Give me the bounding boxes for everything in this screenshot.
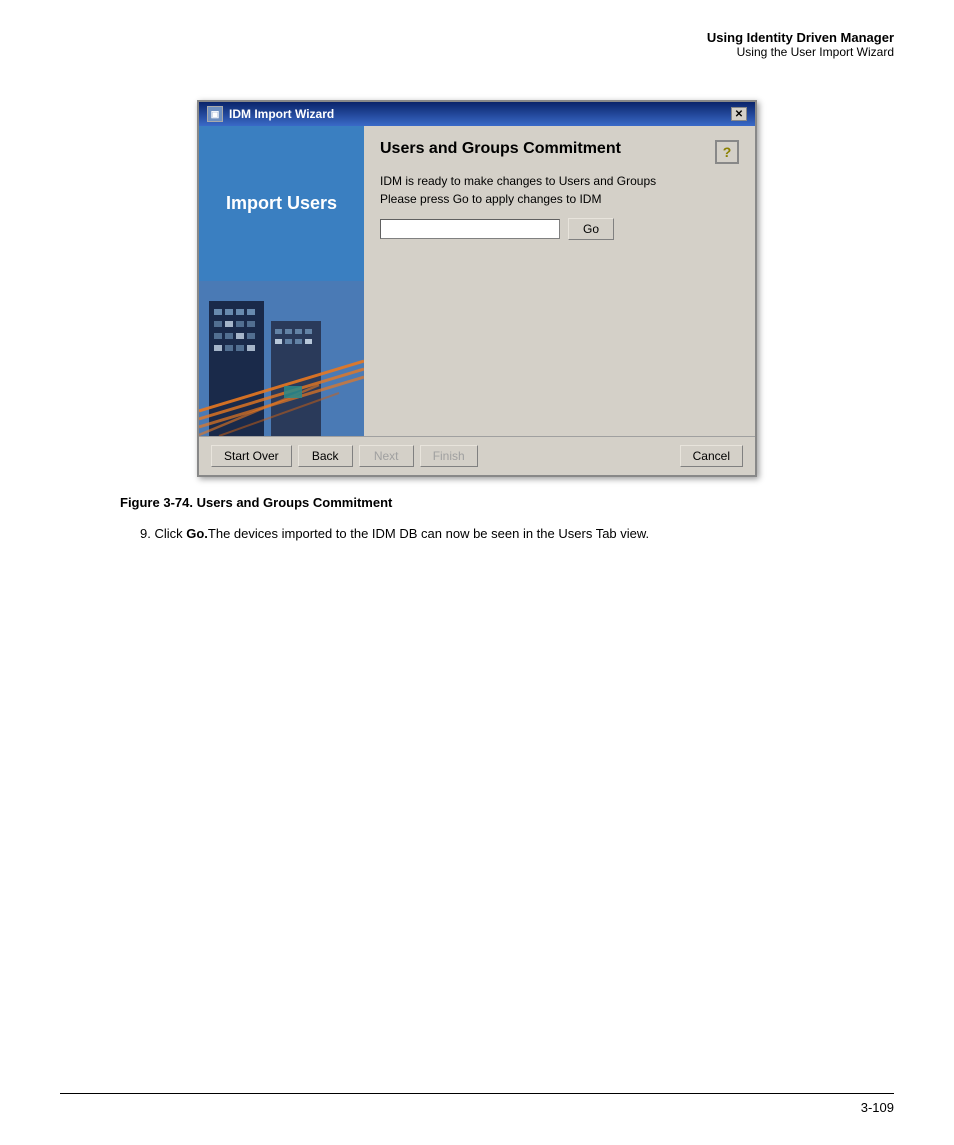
panel-header: Users and Groups Commitment ? — [380, 140, 739, 164]
step-prefix: 9. Click — [140, 526, 186, 541]
right-panel: Users and Groups Commitment ? IDM is rea… — [364, 126, 755, 436]
step-text: 9. Click Go.The devices imported to the … — [140, 524, 840, 544]
panel-title: Users and Groups Commitment — [380, 140, 621, 158]
figure-caption-text: Figure 3-74. Users and Groups Commitment — [120, 495, 392, 510]
page-header: Using Identity Driven Manager Using the … — [707, 30, 894, 59]
header-title: Using Identity Driven Manager — [707, 30, 894, 45]
step-bold: Go. — [186, 526, 208, 541]
panel-line1: IDM is ready to make changes to Users an… — [380, 174, 739, 188]
cancel-button[interactable]: Cancel — [680, 445, 743, 467]
panel-line2: Please press Go to apply changes to IDM — [380, 192, 739, 206]
dialog-footer: Start Over Back Next Finish Cancel — [199, 436, 755, 475]
page-number: 3-109 — [0, 1094, 954, 1115]
start-over-button[interactable]: Start Over — [211, 445, 292, 467]
progress-input[interactable] — [380, 219, 560, 239]
page-content: ▣ IDM Import Wizard ✕ Import Users — [60, 100, 894, 544]
dialog-main: Import Users — [199, 126, 755, 436]
finish-button[interactable]: Finish — [420, 445, 478, 467]
go-button[interactable]: Go — [568, 218, 614, 240]
dialog-body: Import Users — [199, 126, 755, 475]
figure-caption: Figure 3-74. Users and Groups Commitment — [120, 495, 894, 510]
left-panel: Import Users — [199, 126, 364, 436]
page-footer: 3-109 — [0, 1093, 954, 1115]
dialog-window: ▣ IDM Import Wizard ✕ Import Users — [197, 100, 757, 477]
titlebar-left: ▣ IDM Import Wizard — [207, 106, 334, 122]
import-users-banner: Import Users — [199, 126, 364, 281]
dialog-title: IDM Import Wizard — [229, 107, 334, 121]
dialog-titlebar: ▣ IDM Import Wizard ✕ — [199, 102, 755, 126]
progress-row: Go — [380, 218, 739, 240]
building-image — [199, 281, 364, 436]
dialog-icon: ▣ — [207, 106, 223, 122]
next-button[interactable]: Next — [359, 445, 414, 467]
help-button[interactable]: ? — [715, 140, 739, 164]
building-svg — [199, 281, 364, 436]
close-button[interactable]: ✕ — [731, 107, 747, 121]
step-rest: The devices imported to the IDM DB can n… — [208, 526, 649, 541]
import-users-label: Import Users — [216, 183, 347, 224]
header-subtitle: Using the User Import Wizard — [707, 45, 894, 59]
back-button[interactable]: Back — [298, 445, 353, 467]
